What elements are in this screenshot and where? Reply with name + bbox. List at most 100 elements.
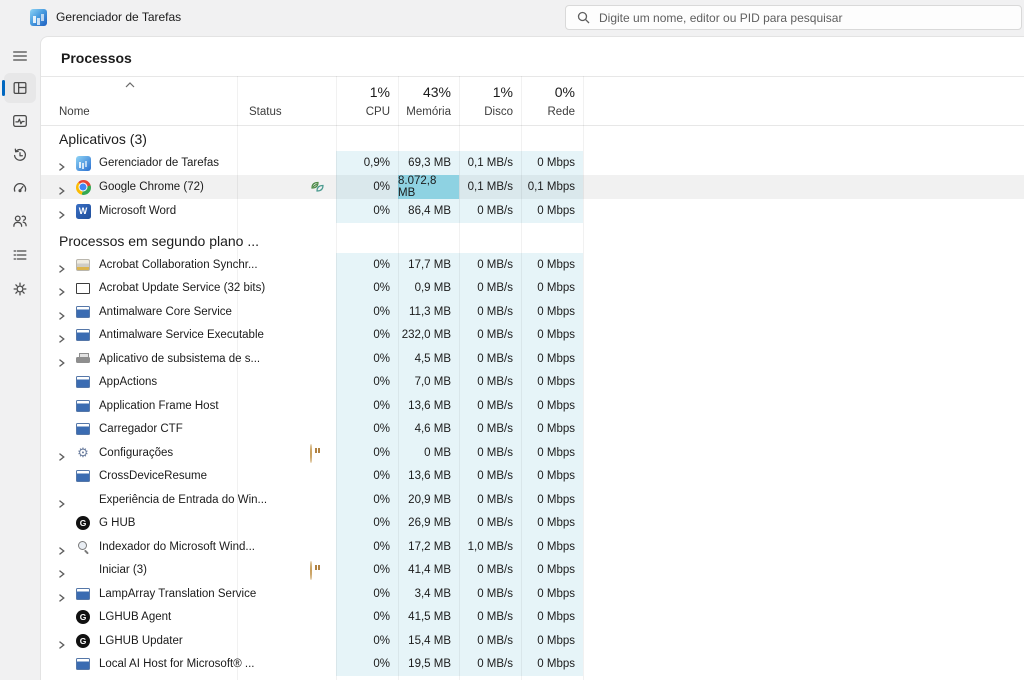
- expand-chevron-icon[interactable]: [57, 566, 66, 575]
- sidebar-item-processes[interactable]: [4, 73, 36, 103]
- winoutline-icon: [76, 283, 90, 294]
- memory-value: 232,0 MB: [398, 324, 459, 348]
- winblue-icon: [76, 470, 90, 482]
- sidebar-item-startup-apps[interactable]: [4, 173, 36, 203]
- process-row[interactable]: G G HUB 0% 26,9 MB 0 MB/s 0 Mbps: [41, 512, 1024, 536]
- network-value: 0 Mbps: [521, 347, 583, 371]
- sidebar: [0, 36, 40, 680]
- process-name: Microsoft Word: [99, 205, 176, 217]
- expand-chevron-icon[interactable]: [57, 331, 66, 340]
- search-box[interactable]: [565, 5, 1022, 30]
- process-app-icon: [75, 468, 91, 484]
- memory-value: 7,0 MB: [398, 371, 459, 395]
- section-header: Processos em segundo plano ...: [41, 223, 1024, 253]
- process-app-icon: [75, 351, 91, 367]
- expand-chevron-icon[interactable]: [57, 495, 66, 504]
- expand-chevron-icon[interactable]: [57, 542, 66, 551]
- window-title: Gerenciador de Tarefas: [56, 10, 181, 24]
- expand-chevron-icon[interactable]: [57, 307, 66, 316]
- process-row[interactable]: Acrobat Update Service (32 bits) 0% 0,9 …: [41, 277, 1024, 301]
- winblue-icon: [76, 306, 90, 318]
- gear-icon: ⚙: [77, 446, 89, 459]
- column-header-network[interactable]: Rede: [521, 106, 575, 118]
- sidebar-item-users[interactable]: [4, 206, 36, 236]
- process-row[interactable]: Gerenciador de Tarefas 0,9% 69,3 MB 0,1 …: [41, 151, 1024, 175]
- memory-value: 20,9 MB: [398, 488, 459, 512]
- process-row[interactable]: Antimalware Core Service 0% 11,3 MB 0 MB…: [41, 300, 1024, 324]
- network-value: 0 Mbps: [521, 418, 583, 442]
- process-app-icon: [75, 586, 91, 602]
- process-name: LGHUB Updater: [99, 635, 183, 647]
- expand-chevron-icon[interactable]: [57, 448, 66, 457]
- process-row[interactable]: G LGHUB Agent 0% 41,5 MB 0 MB/s 0 Mbps: [41, 606, 1024, 630]
- expand-chevron-icon[interactable]: [57, 260, 66, 269]
- expand-chevron-icon[interactable]: [57, 159, 66, 168]
- printer-icon: [76, 353, 90, 365]
- hamburger-menu-button[interactable]: [4, 41, 36, 71]
- process-row[interactable]: LampArray Translation Service 0% 3,4 MB …: [41, 582, 1024, 606]
- disk-value: 0 MB/s: [459, 488, 521, 512]
- status-icon: [310, 562, 327, 578]
- expand-chevron-icon[interactable]: [57, 354, 66, 363]
- process-row[interactable]: Antimalware Service Executable 0% 232,0 …: [41, 324, 1024, 348]
- process-row[interactable]: Acrobat Collaboration Synchr... 0% 17,7 …: [41, 253, 1024, 277]
- process-row[interactable]: Application Frame Host 0% 13,6 MB 0 MB/s…: [41, 394, 1024, 418]
- memory-value: 13,6 MB: [398, 394, 459, 418]
- status-icon: [310, 515, 327, 531]
- disk-value: 0 MB/s: [459, 300, 521, 324]
- processes-icon: [11, 79, 29, 97]
- sort-ascending-icon: [125, 82, 135, 88]
- expand-chevron-icon[interactable]: [57, 636, 66, 645]
- process-app-icon: [75, 539, 91, 555]
- expand-chevron-icon[interactable]: [57, 207, 66, 216]
- memory-total: 43%: [398, 84, 451, 100]
- process-row[interactable]: Local AI Host for Microsoft® ... 0% 19,5…: [41, 653, 1024, 677]
- process-row[interactable]: ⚙ Configurações 0% 0 MB 0 MB/s 0 Mbps: [41, 441, 1024, 465]
- column-header-memory[interactable]: Memória: [398, 106, 451, 118]
- sidebar-item-details[interactable]: [4, 240, 36, 270]
- memory-value: 41,4 MB: [398, 559, 459, 583]
- title-bar: Gerenciador de Tarefas: [0, 0, 1024, 36]
- process-app-icon: [75, 398, 91, 414]
- column-header-cpu[interactable]: CPU: [336, 106, 390, 118]
- status-icon: [310, 492, 327, 508]
- process-row[interactable]: Carregador CTF 0% 4,6 MB 0 MB/s 0 Mbps: [41, 418, 1024, 442]
- expand-chevron-icon[interactable]: [57, 183, 66, 192]
- process-name: Indexador do Microsoft Wind...: [99, 541, 255, 553]
- column-header-disk[interactable]: Disco: [459, 106, 513, 118]
- none-icon: [76, 494, 90, 506]
- sidebar-item-app-history[interactable]: [4, 140, 36, 170]
- process-row[interactable]: CrossDeviceResume 0% 13,6 MB 0 MB/s 0 Mb…: [41, 465, 1024, 489]
- network-value: 0 Mbps: [521, 488, 583, 512]
- process-row[interactable]: Google Chrome (72) 0% 8.072,8 MB 0,1 MB/…: [41, 175, 1024, 199]
- cpu-value: 0%: [336, 465, 398, 489]
- expand-chevron-icon[interactable]: [57, 589, 66, 598]
- process-name: Antimalware Service Executable: [99, 329, 264, 341]
- column-header-status[interactable]: Status: [249, 106, 282, 118]
- column-header-name[interactable]: Nome: [59, 106, 90, 118]
- network-value: 0 Mbps: [521, 535, 583, 559]
- disk-value: 0 MB/s: [459, 606, 521, 630]
- ghub-icon: G: [76, 610, 90, 624]
- disk-value: 0 MB/s: [459, 277, 521, 301]
- process-row[interactable]: Indexador do Microsoft Wind... 0% 17,2 M…: [41, 535, 1024, 559]
- process-row[interactable]: G LGHUB Updater 0% 15,4 MB 0 MB/s 0 Mbps: [41, 629, 1024, 653]
- winblue-icon: [76, 588, 90, 600]
- status-icon: [310, 280, 327, 296]
- details-icon: [11, 246, 29, 264]
- process-row[interactable]: W Microsoft Word 0% 86,4 MB 0 MB/s 0 Mbp…: [41, 199, 1024, 223]
- process-name: AppActions: [99, 376, 157, 388]
- process-list: Aplicativos (3) Gerenciador de Tarefas 0…: [41, 126, 1024, 680]
- winblue-icon: [76, 329, 90, 341]
- sidebar-item-services[interactable]: [4, 274, 36, 304]
- search-input[interactable]: [599, 11, 1021, 25]
- cpu-value: 0%: [336, 347, 398, 371]
- process-row[interactable]: AppActions 0% 7,0 MB 0 MB/s 0 Mbps: [41, 371, 1024, 395]
- process-row[interactable]: Experiência de Entrada do Win... 0% 20,9…: [41, 488, 1024, 512]
- section-header: Aplicativos (3): [41, 126, 1024, 151]
- process-row[interactable]: Iniciar (3) 0% 41,4 MB 0 MB/s 0 Mbps: [41, 559, 1024, 583]
- expand-chevron-icon[interactable]: [57, 284, 66, 293]
- process-app-icon: [75, 155, 91, 171]
- process-row[interactable]: Aplicativo de subsistema de s... 0% 4,5 …: [41, 347, 1024, 371]
- sidebar-item-performance[interactable]: [4, 106, 36, 136]
